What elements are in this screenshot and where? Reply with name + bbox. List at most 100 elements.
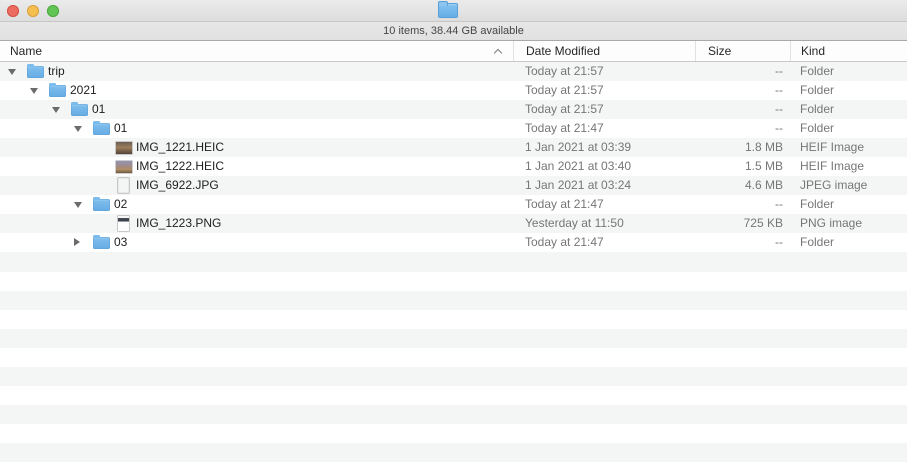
folder-icon — [71, 104, 88, 116]
status-bar: 10 items, 38.44 GB available — [0, 22, 907, 41]
name-cell: 02 — [0, 195, 513, 214]
sort-ascending-icon — [494, 49, 502, 57]
empty-row — [0, 367, 907, 386]
empty-row — [0, 386, 907, 405]
size-cell: -- — [695, 100, 790, 119]
empty-row — [0, 329, 907, 348]
size-cell: -- — [695, 195, 790, 214]
screenshot-thumbnail-icon — [115, 215, 132, 232]
folder-proxy-icon[interactable] — [438, 3, 458, 18]
table-row[interactable]: IMG_6922.JPG 1 Jan 2021 at 03:244.6 MBJPE… — [0, 176, 907, 195]
folder-icon — [49, 85, 66, 97]
column-header-date-modified[interactable]: Date Modified — [513, 41, 695, 61]
empty-row — [0, 443, 907, 462]
kind-cell: HEIF Image — [790, 157, 907, 176]
table-row[interactable]: 01 Today at 21:57--Folder — [0, 100, 907, 119]
date-modified-cell: 1 Jan 2021 at 03:24 — [513, 176, 695, 195]
folder-icon — [93, 237, 110, 249]
table-row[interactable]: IMG_1221.HEIC1 Jan 2021 at 03:391.8 MBHE… — [0, 138, 907, 157]
file-name-label: trip — [48, 62, 65, 81]
date-modified-cell: 1 Jan 2021 at 03:40 — [513, 157, 695, 176]
photo-thumbnail-dark-icon — [115, 139, 132, 156]
file-name-label: IMG_1221.HEIC — [136, 138, 224, 157]
kind-cell: Folder — [790, 233, 907, 252]
column-header-size[interactable]: Size — [695, 41, 790, 61]
title-bar[interactable] — [0, 0, 907, 22]
empty-row — [0, 424, 907, 443]
folder-icon — [93, 199, 110, 211]
size-cell: 725 KB — [695, 214, 790, 233]
kind-cell: HEIF Image — [790, 138, 907, 157]
file-name-label: IMG_1223.PNG — [136, 214, 221, 233]
file-list[interactable]: tripToday at 21:57--Folder2021Today at 2… — [0, 62, 907, 462]
photo-thumbnail-sky-icon — [115, 158, 132, 175]
name-cell: 01 — [0, 119, 513, 138]
close-button[interactable] — [7, 5, 19, 17]
date-modified-cell: Today at 21:57 — [513, 100, 695, 119]
size-cell: -- — [695, 81, 790, 100]
table-row[interactable]: IMG_1222.HEIC 1 Jan 2021 at 03:401.5 MBHE… — [0, 157, 907, 176]
date-modified-cell: Today at 21:57 — [513, 81, 695, 100]
kind-cell: Folder — [790, 100, 907, 119]
name-cell: IMG_1223.PNG — [0, 214, 513, 233]
empty-row — [0, 272, 907, 291]
date-modified-cell: Today at 21:57 — [513, 62, 695, 81]
kind-cell: Folder — [790, 119, 907, 138]
date-modified-cell: 1 Jan 2021 at 03:39 — [513, 138, 695, 157]
column-header-row: Name Date Modified Size Kind — [0, 41, 907, 62]
empty-row — [0, 252, 907, 271]
name-cell: 03 — [0, 233, 513, 252]
column-header-kind[interactable]: Kind — [790, 41, 907, 61]
minimize-button[interactable] — [27, 5, 39, 17]
file-name-label: 03 — [114, 233, 127, 252]
table-row[interactable]: trip Today at 21:57--Folder — [0, 62, 907, 81]
folder-icon — [93, 123, 110, 135]
name-cell: IMG_1221.HEIC — [0, 138, 513, 157]
disclosure-triangle-icon[interactable] — [74, 126, 82, 132]
size-cell: -- — [695, 62, 790, 81]
file-name-label: 02 — [114, 195, 127, 214]
disclosure-triangle-icon[interactable] — [30, 88, 38, 94]
table-row[interactable]: 02 Today at 21:47--Folder — [0, 195, 907, 214]
size-cell: 4.6 MB — [695, 176, 790, 195]
status-text: 10 items, 38.44 GB available — [383, 25, 524, 37]
disclosure-triangle-icon[interactable] — [52, 107, 60, 113]
zoom-button[interactable] — [47, 5, 59, 17]
disclosure-triangle-icon[interactable] — [74, 202, 82, 208]
table-row[interactable]: 01 Today at 21:47--Folder — [0, 119, 907, 138]
file-name-label: IMG_6922.JPG — [136, 176, 219, 195]
file-name-label: 01 — [114, 119, 127, 138]
name-cell: IMG_1222.HEIC — [0, 157, 513, 176]
name-cell: 01 — [0, 100, 513, 119]
size-cell: -- — [695, 119, 790, 138]
file-name-label: IMG_1222.HEIC — [136, 157, 224, 176]
date-modified-cell: Yesterday at 11:50 — [513, 214, 695, 233]
kind-cell: Folder — [790, 62, 907, 81]
date-modified-cell: Today at 21:47 — [513, 119, 695, 138]
empty-row — [0, 348, 907, 367]
empty-row — [0, 405, 907, 424]
kind-cell: Folder — [790, 195, 907, 214]
folder-icon — [27, 66, 44, 78]
table-row[interactable]: IMG_1223.PNG Yesterday at 11:50725 KBPNG … — [0, 214, 907, 233]
kind-cell: Folder — [790, 81, 907, 100]
name-cell: IMG_6922.JPG — [0, 176, 513, 195]
size-cell: -- — [695, 233, 790, 252]
table-row[interactable]: 03Today at 21:47--Folder — [0, 233, 907, 252]
table-row[interactable]: 2021 Today at 21:57--Folder — [0, 81, 907, 100]
kind-cell: JPEG image — [790, 176, 907, 195]
file-name-label: 2021 — [70, 81, 97, 100]
column-header-name[interactable]: Name — [0, 41, 513, 61]
empty-row — [0, 310, 907, 329]
photo-thumbnail-portrait-icon — [115, 177, 132, 194]
size-cell: 1.5 MB — [695, 157, 790, 176]
disclosure-triangle-icon[interactable] — [74, 238, 80, 246]
empty-row — [0, 291, 907, 310]
kind-cell: PNG image — [790, 214, 907, 233]
name-cell: 2021 — [0, 81, 513, 100]
disclosure-triangle-icon[interactable] — [8, 69, 16, 75]
date-modified-cell: Today at 21:47 — [513, 195, 695, 214]
name-cell: trip — [0, 62, 513, 81]
finder-window: 10 items, 38.44 GB available Name Date M… — [0, 0, 907, 470]
file-name-label: 01 — [92, 100, 105, 119]
